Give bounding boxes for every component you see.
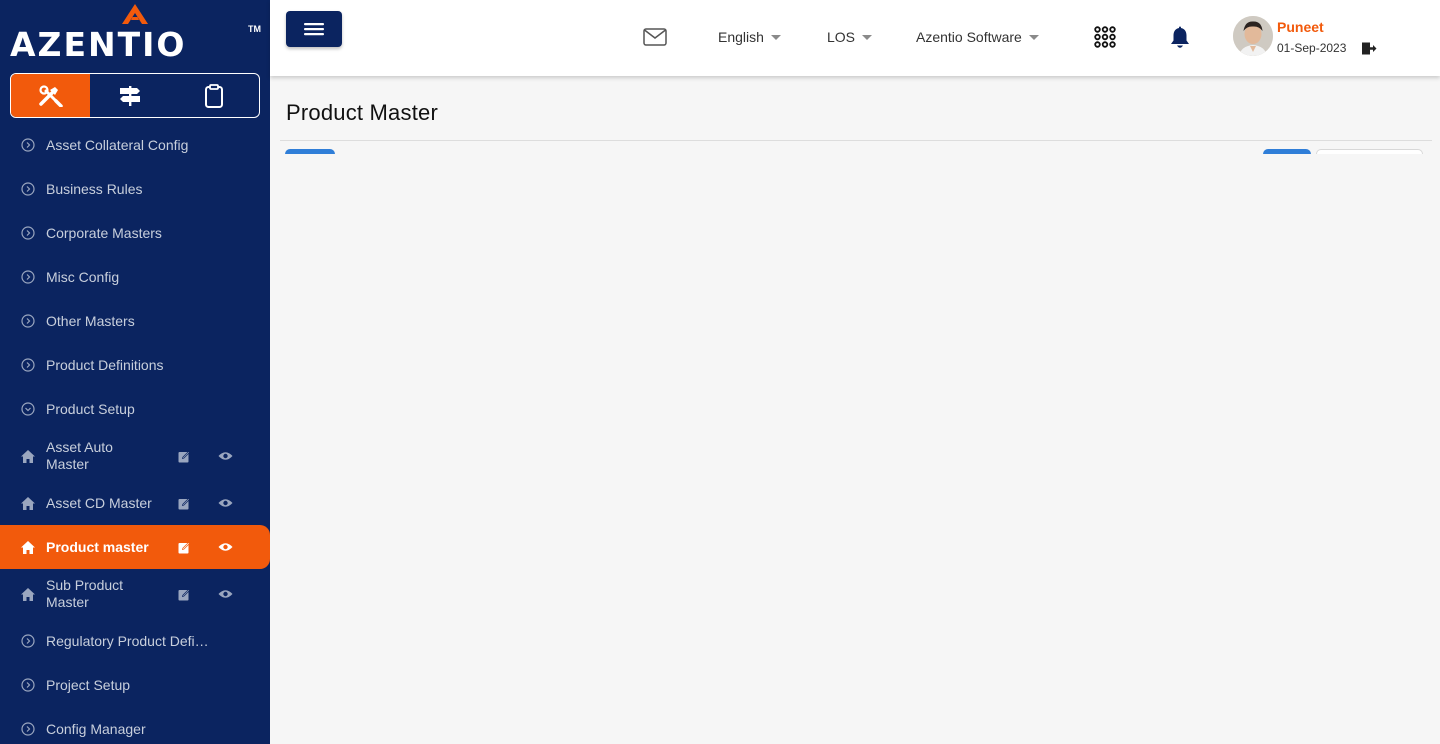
- language-value: English: [718, 29, 764, 45]
- user-date: 01-Sep-2023: [1277, 41, 1347, 55]
- loading-tab-stub-left[interactable]: [285, 149, 335, 154]
- edit-icon[interactable]: [177, 449, 191, 463]
- eye-icon[interactable]: [217, 497, 233, 509]
- sidebar-mode-tabs: [10, 73, 260, 118]
- sidebar-item-label: Project Setup: [46, 676, 131, 693]
- sidebar-item-label: Other Masters: [46, 312, 135, 329]
- sidebar-item-product-master[interactable]: Product master: [0, 525, 270, 569]
- home-icon: [20, 586, 36, 602]
- sidebar-item-label: Product Definitions: [46, 356, 164, 373]
- logo-trademark: TM: [248, 24, 261, 34]
- sidebar-item-label: Asset Auto Master: [46, 439, 113, 472]
- sidebar-item-config-manager[interactable]: Config Manager: [0, 707, 270, 744]
- sidebar-item-asset-collateral-config[interactable]: Asset Collateral Config: [0, 123, 270, 167]
- tab-signpost[interactable]: [90, 74, 169, 117]
- eye-icon[interactable]: [217, 541, 233, 553]
- user-name[interactable]: Puneet: [1277, 19, 1324, 35]
- sidebar-item-sub-product-master[interactable]: Sub Product Master: [0, 569, 270, 619]
- tab-clipboard[interactable]: [170, 74, 259, 117]
- home-icon: [20, 539, 36, 555]
- sidebar-item-misc-config[interactable]: Misc Config: [0, 255, 270, 299]
- chevron-circle-right-icon: [20, 721, 36, 737]
- sidebar-item-asset-auto-master[interactable]: Asset Auto Master: [0, 431, 270, 481]
- sidebar-item-label: Product Setup: [46, 400, 135, 417]
- home-icon: [20, 448, 36, 464]
- notification-bell-icon[interactable]: [1169, 26, 1191, 50]
- mail-icon[interactable]: [643, 28, 667, 46]
- module-value: LOS: [827, 29, 856, 45]
- user-photo-icon: [1233, 16, 1273, 56]
- azentio-logo-mark-icon: [122, 4, 148, 24]
- sidebar-item-label: Misc Config: [46, 268, 120, 285]
- chevron-circle-right-icon: [20, 137, 36, 153]
- edit-icon[interactable]: [177, 587, 191, 601]
- loading-button-stub-primary[interactable]: [1263, 149, 1311, 154]
- chevron-circle-right-icon: [20, 225, 36, 241]
- sidebar-item-other-masters[interactable]: Other Masters: [0, 299, 270, 343]
- sidebar-item-business-rules[interactable]: Business Rules: [0, 167, 270, 211]
- organization-value: Azentio Software: [916, 29, 1022, 45]
- chevron-circle-right-icon: [20, 313, 36, 329]
- top-header: English LOS Azentio Software Puneet 01-S…: [270, 0, 1440, 76]
- eye-icon[interactable]: [217, 588, 233, 600]
- caret-down-icon: [862, 34, 873, 40]
- tools-icon: [38, 84, 63, 107]
- edit-icon[interactable]: [177, 496, 191, 510]
- module-dropdown[interactable]: LOS: [827, 28, 873, 46]
- sidebar-menu: Asset Collateral Config Business Rules C…: [0, 123, 270, 744]
- home-icon: [20, 495, 36, 511]
- loading-button-stub-secondary[interactable]: [1316, 149, 1423, 154]
- sidebar-item-corporate-masters[interactable]: Corporate Masters: [0, 211, 270, 255]
- language-dropdown[interactable]: English: [718, 28, 781, 46]
- sidebar-item-asset-cd-master[interactable]: Asset CD Master: [0, 481, 270, 525]
- sidebar-item-project-setup[interactable]: Project Setup: [0, 663, 270, 707]
- tab-tools[interactable]: [11, 74, 91, 117]
- sidebar: AZENTIO TM Asset Collateral Config Busin…: [0, 0, 270, 744]
- sidebar-item-label: Config Manager: [46, 720, 146, 737]
- sidebar-item-label: Asset Collateral Config: [46, 136, 189, 153]
- logout-icon[interactable]: [1361, 41, 1377, 56]
- eye-icon[interactable]: [217, 450, 233, 462]
- sidebar-item-regulatory-product-definitions[interactable]: Regulatory Product Defini...: [0, 619, 270, 663]
- sidebar-item-label: Sub Product Master: [46, 577, 124, 610]
- apps-grid-icon[interactable]: [1094, 26, 1116, 48]
- edit-icon[interactable]: [177, 540, 191, 554]
- organization-dropdown[interactable]: Azentio Software: [916, 28, 1039, 46]
- sidebar-item-label: Corporate Masters: [46, 224, 162, 241]
- clipboard-icon: [205, 83, 224, 108]
- caret-down-icon: [770, 34, 781, 40]
- chevron-circle-right-icon: [20, 357, 36, 373]
- chevron-circle-right-icon: [20, 633, 36, 649]
- page-title: Product Master: [286, 100, 438, 125]
- caret-down-icon: [1028, 34, 1039, 40]
- azentio-logo[interactable]: AZENTIO TM: [10, 4, 262, 64]
- menu-toggle-button[interactable]: [286, 11, 342, 47]
- chevron-circle-down-icon: [20, 401, 36, 417]
- sidebar-item-label: Business Rules: [46, 180, 143, 197]
- chevron-circle-right-icon: [20, 677, 36, 693]
- hamburger-icon: [304, 23, 324, 36]
- sidebar-item-product-definitions[interactable]: Product Definitions: [0, 343, 270, 387]
- title-divider: [280, 140, 1432, 141]
- sidebar-item-product-setup[interactable]: Product Setup: [0, 387, 270, 431]
- user-avatar[interactable]: [1233, 16, 1273, 56]
- chevron-circle-right-icon: [20, 269, 36, 285]
- chevron-circle-right-icon: [20, 181, 36, 197]
- logo-text: AZENTIO: [10, 25, 187, 64]
- sidebar-item-label: Regulatory Product Defini...: [46, 632, 216, 649]
- signpost-icon: [120, 85, 141, 106]
